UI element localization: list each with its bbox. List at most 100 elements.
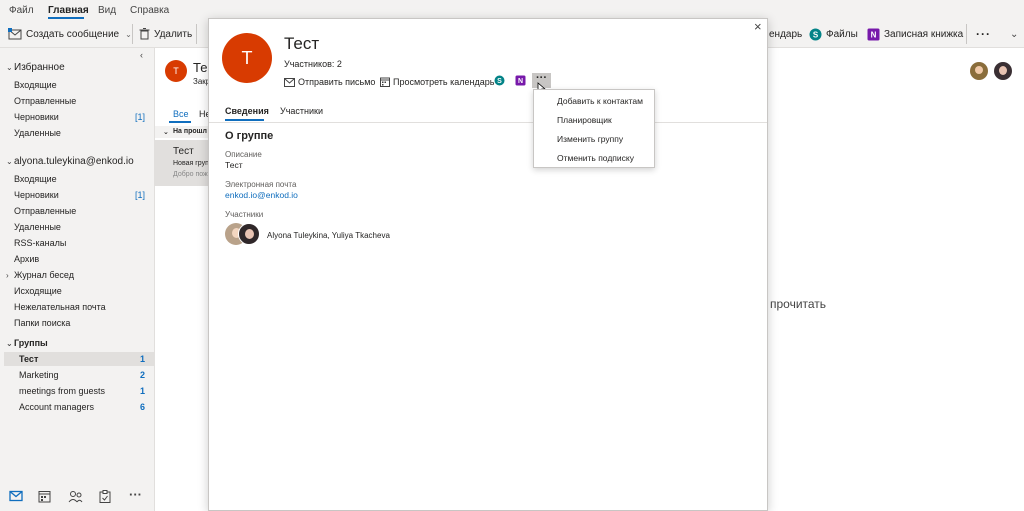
list-item[interactable]: Тест Новая груп Добро пож — [155, 140, 215, 186]
folder-item[interactable]: Нежелательная почта — [14, 302, 106, 312]
svg-text:N: N — [518, 78, 523, 85]
avatar[interactable] — [970, 62, 988, 80]
folder-item[interactable]: Входящие — [14, 174, 57, 184]
menu-bar: Файл Главная Вид Справка — [0, 0, 1024, 20]
folder-item[interactable]: Удаленные — [14, 222, 61, 232]
group-item[interactable]: meetings from guests — [19, 386, 105, 396]
ribbon-separator — [196, 24, 197, 44]
mail-icon[interactable] — [9, 490, 23, 502]
calendar-label: ендарь — [769, 28, 803, 40]
tasks-icon[interactable] — [99, 490, 111, 503]
menu-tab-view[interactable]: Вид — [98, 5, 116, 16]
svg-text:N: N — [871, 30, 877, 39]
delete-button[interactable]: Удалить — [139, 26, 192, 42]
list-item-title: Тест — [173, 146, 194, 157]
filter-underline — [169, 121, 191, 123]
folder-item[interactable]: Черновики — [14, 112, 59, 122]
folder-count: [1] — [135, 190, 146, 200]
avatar[interactable] — [994, 62, 1012, 80]
sharepoint-icon: S — [809, 28, 822, 40]
folder-item[interactable]: Удаленные — [14, 128, 61, 138]
more-apps-icon[interactable]: ··· — [129, 487, 142, 502]
files-button[interactable]: S Файлы — [809, 26, 858, 42]
more-options-icon[interactable]: ··· — [976, 26, 991, 42]
calendar-icon — [380, 77, 390, 87]
section-caret-icon[interactable]: ⌄ — [163, 128, 169, 136]
group-avatar: Т — [222, 33, 272, 83]
new-message-label: Создать сообщение — [26, 28, 120, 40]
folder-item[interactable]: Входящие — [14, 80, 57, 90]
send-mail-link[interactable]: Отправить письмо — [284, 77, 375, 87]
member-avatar[interactable] — [238, 223, 260, 245]
tab-underline — [225, 119, 264, 121]
group-item-test[interactable]: Тест — [19, 354, 38, 364]
chevron-down-icon: ⌄ — [6, 63, 13, 72]
group-item[interactable]: Marketing — [19, 370, 59, 380]
new-message-button[interactable]: Создать сообщение ⌄ — [8, 26, 132, 42]
folder-item[interactable]: › Журнал бесед — [6, 270, 74, 280]
notebook-button[interactable]: N Записная книжка — [867, 26, 963, 42]
description-value: Тест — [225, 160, 243, 170]
folder-item[interactable]: Черновики — [14, 190, 59, 200]
group-item[interactable]: Account managers — [19, 402, 94, 412]
groups-header[interactable]: ⌄Группы — [6, 338, 48, 348]
menu-tab-help[interactable]: Справка — [130, 5, 169, 16]
favorites-header[interactable]: ⌄Избранное — [6, 62, 65, 73]
trash-icon — [139, 28, 150, 40]
onenote-icon: N — [867, 28, 880, 40]
folder-item[interactable]: Отправленные — [14, 96, 76, 106]
account-header[interactable]: ⌄alyona.tuleykina@enkod.io — [6, 156, 134, 167]
menu-item-edit-group[interactable]: Изменить группу — [557, 134, 623, 144]
about-title: О группе — [225, 130, 274, 142]
notebook-label: Записная книжка — [884, 28, 964, 40]
view-calendar-label: Просмотреть календарь — [393, 77, 495, 87]
folder-item[interactable]: Архив — [14, 254, 39, 264]
group-count: 6 — [140, 402, 146, 412]
collapse-pane-icon[interactable]: ‹ — [140, 50, 143, 60]
menu-item-unsubscribe[interactable]: Отменить подписку — [557, 153, 634, 163]
people-icon[interactable] — [68, 490, 83, 503]
chevron-down-icon: ⌄ — [6, 339, 13, 348]
folder-item[interactable]: RSS-каналы — [14, 238, 66, 248]
folder-item[interactable]: Исходящие — [14, 286, 62, 296]
tab-members[interactable]: Участники — [280, 106, 323, 116]
section-header: ⌄ На прошл — [155, 126, 215, 138]
calendar-icon[interactable] — [38, 490, 51, 503]
reading-hint: прочитать — [770, 297, 827, 311]
tab-details[interactable]: Сведения — [225, 106, 269, 116]
calendar-button[interactable]: ендарь — [769, 26, 802, 42]
more-actions-menu: Добавить к контактам Планировщик Изменит… — [533, 89, 655, 168]
email-link[interactable]: enkod.io@enkod.io — [225, 190, 298, 200]
description-label: Описание — [225, 150, 262, 159]
chevron-down-icon[interactable]: ⌄ — [1010, 26, 1018, 42]
folder-count: [1] — [135, 112, 146, 122]
svg-text:S: S — [497, 78, 502, 85]
group-count: 1 — [140, 386, 146, 396]
envelope-icon — [284, 77, 295, 87]
sharepoint-icon[interactable]: S — [494, 75, 505, 86]
menu-item-scheduler[interactable]: Планировщик — [557, 115, 612, 125]
menu-tab-home[interactable]: Главная — [48, 5, 89, 16]
menu-item-add-to-contacts[interactable]: Добавить к контактам — [557, 96, 643, 106]
view-calendar-link[interactable]: Просмотреть календарь — [380, 77, 494, 87]
tab-divider — [209, 122, 767, 123]
folder-item[interactable]: Папки поиска — [14, 318, 70, 328]
onenote-icon[interactable]: N — [515, 75, 526, 86]
folder-item[interactable]: Отправленные — [14, 206, 76, 216]
mail-list: Т Тес Закр Все Не ⌄ На прошл Тест Новая … — [154, 48, 215, 511]
filter-all-tab[interactable]: Все — [173, 109, 189, 119]
section-label: На прошл — [173, 128, 207, 135]
menu-tab-file[interactable]: Файл — [9, 5, 34, 16]
group-count: 2 — [140, 370, 146, 380]
email-label: Электронная почта — [225, 180, 297, 189]
folder-pane: ‹ ⌄Избранное Входящие Отправленные Черно… — [0, 48, 154, 511]
members-count: Участников: 2 — [284, 59, 342, 69]
close-icon[interactable]: × — [754, 19, 762, 34]
svg-text:S: S — [813, 30, 819, 39]
files-label: Файлы — [826, 28, 858, 40]
envelope-new-icon — [8, 28, 22, 40]
chevron-down-icon[interactable]: ⌄ — [125, 30, 132, 39]
list-item-preview: Добро пож — [173, 171, 208, 178]
members-list: Alyona Tuleykina, Yuliya Tkacheva — [267, 231, 390, 240]
group-card-dialog: × Т Тест Участников: 2 Отправить письмо … — [208, 18, 768, 511]
